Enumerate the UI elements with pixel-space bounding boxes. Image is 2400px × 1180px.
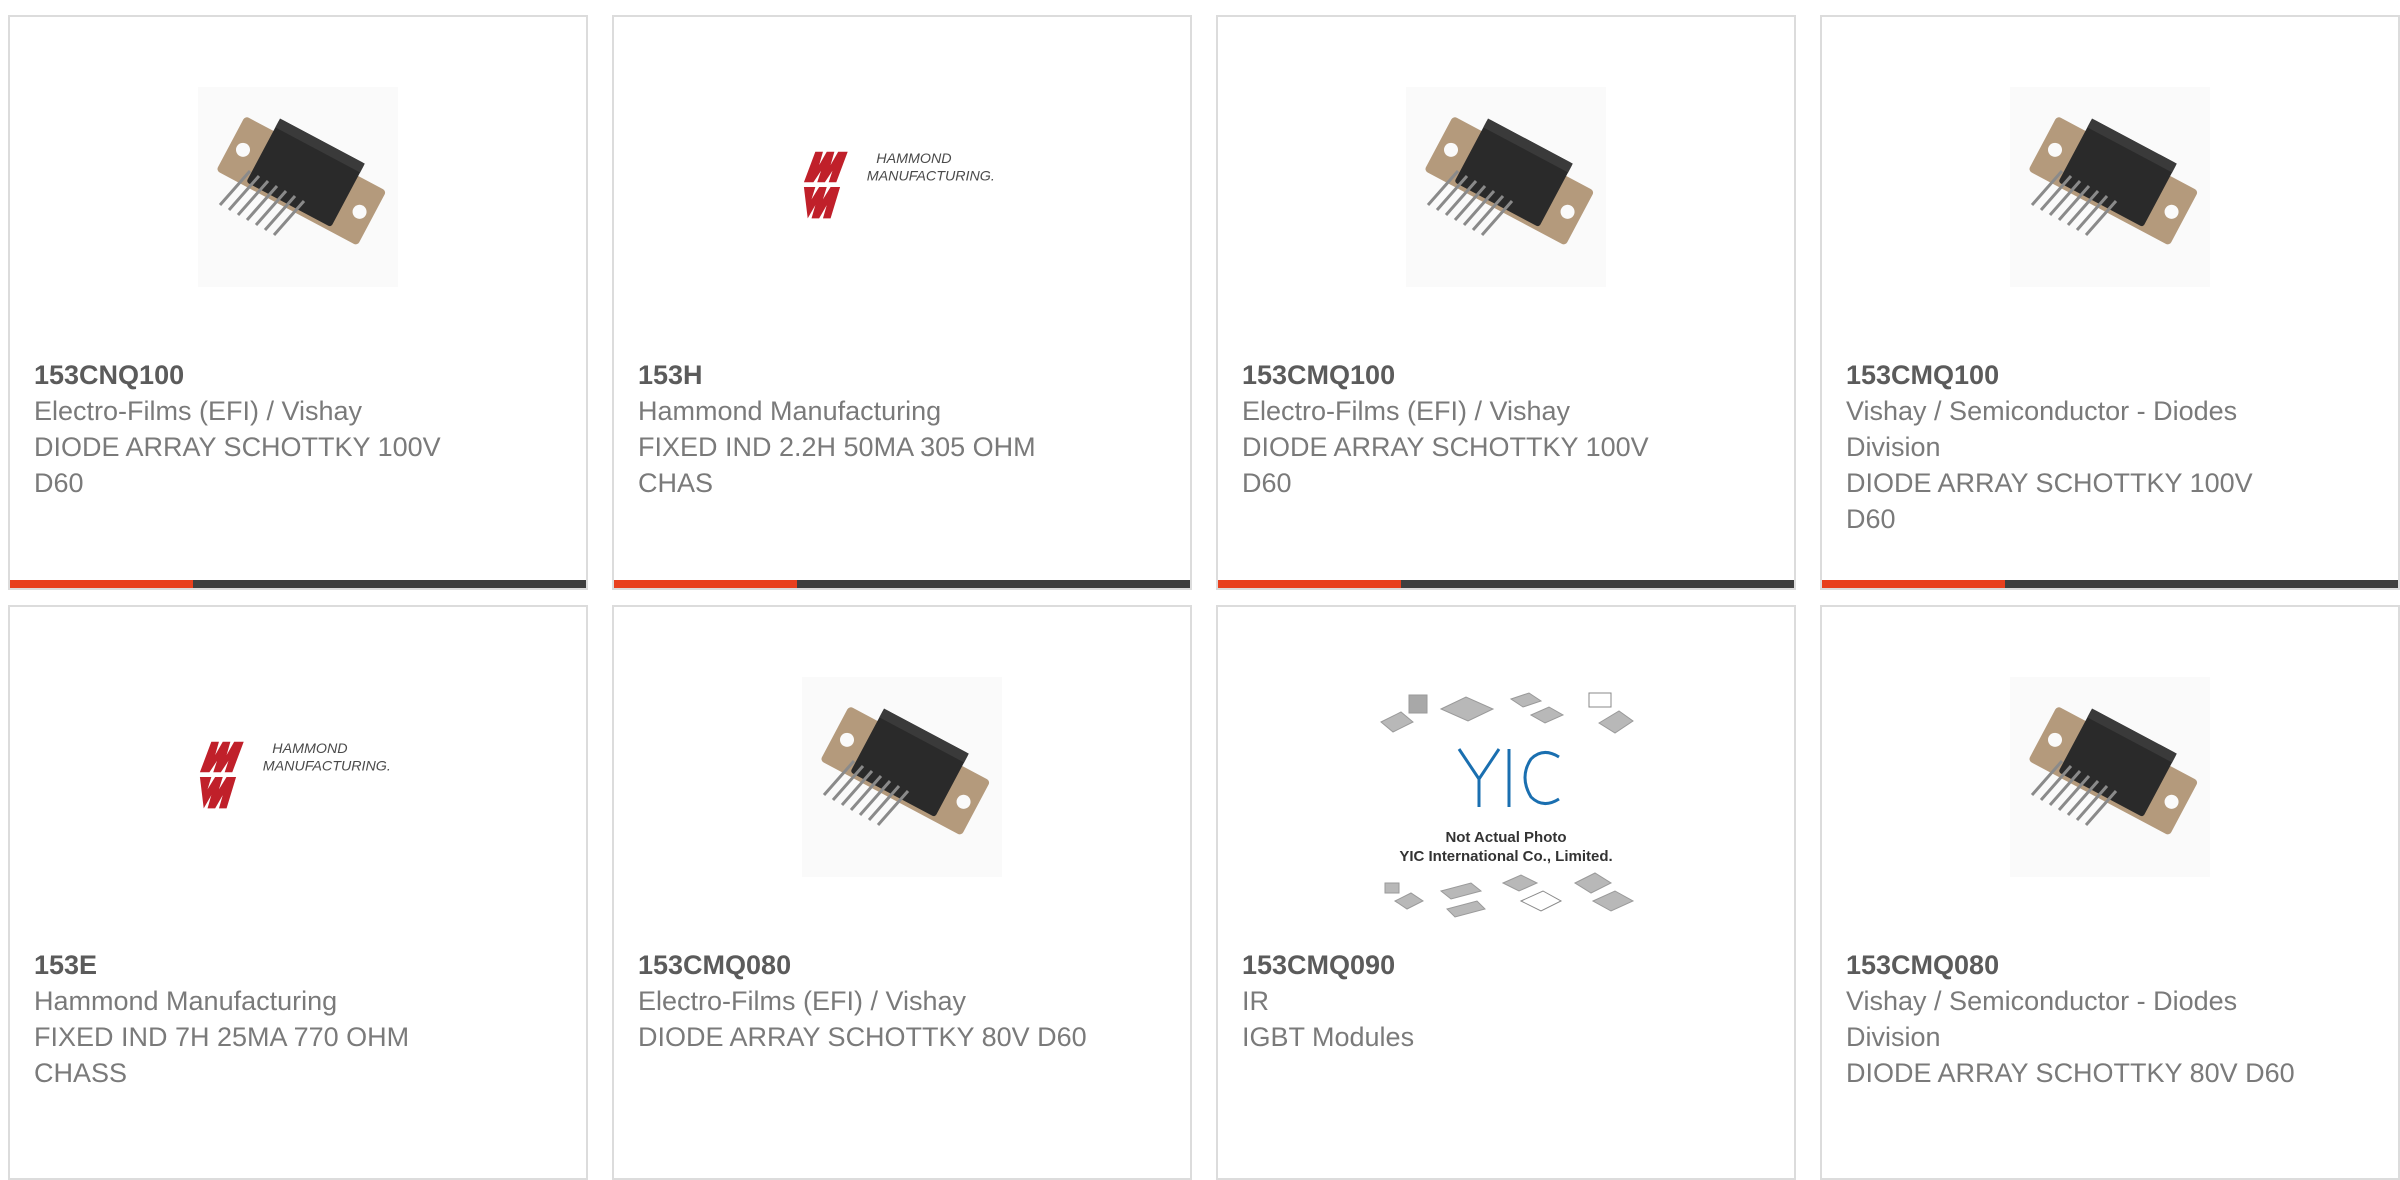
product-info: 153CMQ100 Vishay / Semiconductor - Diode… [1846, 357, 2296, 537]
product-image[interactable] [2010, 677, 2210, 877]
accent-segment [614, 580, 797, 588]
product-image[interactable] [198, 87, 398, 287]
product-card[interactable]: 153CMQ080 Electro-Films (EFI) / Vishay D… [612, 605, 1192, 1180]
hammond-logo-icon: HAMMOND MANUFACTURING. [199, 741, 391, 809]
description: IGBT Modules [1242, 1022, 1415, 1052]
part-number[interactable]: 153CMQ100 [1242, 357, 1692, 393]
product-info: 153E Hammond Manufacturing FIXED IND 7H … [34, 947, 484, 1091]
manufacturer: Electro-Films (EFI) / Vishay [638, 986, 967, 1016]
accent-segment [10, 580, 193, 588]
svg-text:MANUFACTURING.: MANUFACTURING. [867, 168, 995, 184]
diode-module-icon [2010, 87, 2210, 287]
manufacturer: Vishay / Semiconductor - Diodes Division [1846, 986, 2238, 1052]
part-number[interactable]: 153CNQ100 [34, 357, 484, 393]
yic-placeholder-icon: Not Actual Photo YIC International Co., … [1380, 692, 1635, 918]
product-card[interactable]: 153CMQ080 Vishay / Semiconductor - Diode… [1820, 605, 2400, 1180]
diode-module-icon [1406, 87, 1606, 287]
accent-segment [1218, 580, 1401, 588]
product-card[interactable]: 153CMQ100 Vishay / Semiconductor - Diode… [1820, 15, 2400, 590]
description: DIODE ARRAY SCHOTTKY 100V D60 [1242, 432, 1649, 498]
part-number[interactable]: 153E [34, 947, 484, 983]
description: DIODE ARRAY SCHOTTKY 100V D60 [34, 432, 441, 498]
svg-text:HAMMOND: HAMMOND [876, 151, 951, 167]
card-bottom-bar [10, 580, 586, 588]
description: FIXED IND 2.2H 50MA 305 OHM CHAS [638, 432, 1036, 498]
description: FIXED IND 7H 25MA 770 OHM CHASS [34, 1022, 410, 1088]
manufacturer: Hammond Manufacturing [34, 986, 338, 1016]
svg-text:MANUFACTURING.: MANUFACTURING. [263, 758, 391, 774]
product-image[interactable] [802, 677, 1002, 877]
manufacturer: Electro-Films (EFI) / Vishay [34, 396, 363, 426]
product-image[interactable]: HAMMOND MANUFACTURING. [198, 677, 398, 877]
manufacturer: Vishay / Semiconductor - Diodes Division [1846, 396, 2238, 462]
diode-module-icon [802, 677, 1002, 877]
product-info: 153H Hammond Manufacturing FIXED IND 2.2… [638, 357, 1088, 501]
card-bottom-bar [1822, 580, 2398, 588]
part-number[interactable]: 153CMQ080 [638, 947, 1088, 983]
svg-text:HAMMOND: HAMMOND [272, 741, 347, 757]
accent-segment [1822, 580, 2005, 588]
product-card[interactable]: HAMMOND MANUFACTURING. 153H Hammond Manu… [612, 15, 1192, 590]
diode-module-icon [2010, 677, 2210, 877]
manufacturer: IR [1242, 986, 1269, 1016]
product-card[interactable]: Not Actual Photo YIC International Co., … [1216, 605, 1796, 1180]
product-card[interactable]: 153CNQ100 Electro-Films (EFI) / Vishay D… [8, 15, 588, 590]
part-number[interactable]: 153H [638, 357, 1088, 393]
product-info: 153CMQ080 Electro-Films (EFI) / Vishay D… [638, 947, 1088, 1055]
product-image[interactable]: HAMMOND MANUFACTURING. [802, 87, 1002, 287]
product-info: 153CMQ090 IR IGBT Modules [1242, 947, 1692, 1055]
product-image[interactable]: Not Actual Photo YIC International Co., … [1371, 687, 1641, 932]
hammond-logo-icon: HAMMOND MANUFACTURING. [803, 151, 995, 219]
diode-module-icon [198, 87, 398, 287]
product-info: 153CNQ100 Electro-Films (EFI) / Vishay D… [34, 357, 484, 501]
part-number[interactable]: 153CMQ090 [1242, 947, 1692, 983]
card-bottom-bar [614, 580, 1190, 588]
description: DIODE ARRAY SCHOTTKY 80V D60 [1846, 1058, 2295, 1088]
placeholder-line1: Not Actual Photo [1445, 829, 1566, 846]
product-grid: 153CNQ100 Electro-Films (EFI) / Vishay D… [8, 15, 2400, 1180]
card-bottom-bar [1218, 580, 1794, 588]
description: DIODE ARRAY SCHOTTKY 80V D60 [638, 1022, 1087, 1052]
manufacturer: Electro-Films (EFI) / Vishay [1242, 396, 1571, 426]
product-info: 153CMQ080 Vishay / Semiconductor - Diode… [1846, 947, 2296, 1091]
product-info: 153CMQ100 Electro-Films (EFI) / Vishay D… [1242, 357, 1692, 501]
description: DIODE ARRAY SCHOTTKY 100V D60 [1846, 468, 2253, 534]
product-image[interactable] [2010, 87, 2210, 287]
product-card[interactable]: 153CMQ100 Electro-Films (EFI) / Vishay D… [1216, 15, 1796, 590]
part-number[interactable]: 153CMQ100 [1846, 357, 2296, 393]
placeholder-line2: YIC International Co., Limited. [1399, 848, 1612, 865]
product-image[interactable] [1406, 87, 1606, 287]
product-card[interactable]: HAMMOND MANUFACTURING. 153E Hammond Manu… [8, 605, 588, 1180]
part-number[interactable]: 153CMQ080 [1846, 947, 2296, 983]
manufacturer: Hammond Manufacturing [638, 396, 942, 426]
